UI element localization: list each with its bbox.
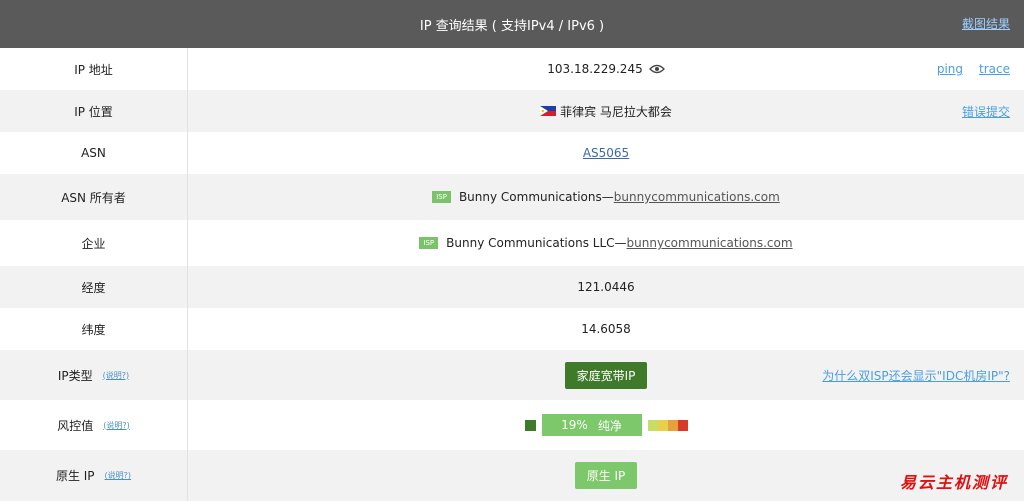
value-longitude: 121.0446	[577, 280, 635, 294]
company-domain-link[interactable]: bunnycommunications.com	[627, 236, 793, 250]
philippines-flag-icon	[540, 106, 557, 116]
risk-score-bar: 19% 纯净	[541, 414, 642, 436]
ip-address-text: 103.18.229.245	[547, 62, 643, 76]
eye-icon[interactable]	[648, 64, 665, 74]
isp-badge: ISP	[419, 237, 439, 249]
risk-scale-segment	[677, 419, 688, 431]
row-ip-address: IP 地址 103.18.229.245 ping trace	[0, 48, 1024, 90]
native-ip-explain-link[interactable]: (说明?)	[105, 470, 132, 481]
row-asn: ASN AS5065	[0, 132, 1024, 174]
risk-scale-segment	[667, 419, 678, 431]
label-asn-owner: ASN 所有者	[0, 174, 188, 220]
label-risk: 风控值 (说明?)	[0, 400, 188, 450]
value-company: ISP Bunny Communications LLC— bunnycommu…	[188, 220, 1024, 266]
isp-badge: ISP	[432, 191, 451, 203]
asn-link[interactable]: AS5065	[583, 146, 629, 160]
risk-status: 纯净	[597, 418, 622, 433]
report-error-link[interactable]: 错误提交	[962, 103, 1010, 120]
label-ip-location: IP 位置	[0, 90, 188, 132]
label-ip-address: IP 地址	[0, 48, 188, 90]
screenshot-result-link[interactable]: 截图结果	[962, 15, 1010, 32]
asn-owner-domain-link[interactable]: bunnycommunications.com	[614, 190, 780, 204]
risk-meter: 19% 纯净	[524, 414, 688, 436]
label-asn: ASN	[0, 132, 188, 174]
label-company: 企业	[0, 220, 188, 266]
value-ip-type: 家庭宽带IP 为什么双ISP还会显示"IDC机房IP"?	[188, 350, 1024, 400]
risk-percent: 19%	[561, 418, 588, 432]
row-asn-owner: ASN 所有者 ISP Bunny Communications— bunnyc…	[0, 174, 1024, 220]
value-latitude: 14.6058	[581, 322, 631, 336]
watermark: 易云主机测评	[899, 473, 1008, 492]
ip-tools-links: ping trace	[937, 48, 1010, 90]
ip-type-explain-link[interactable]: (说明?)	[103, 370, 130, 381]
row-company: 企业 ISP Bunny Communications LLC— bunnyco…	[0, 220, 1024, 266]
row-ip-type: IP类型 (说明?) 家庭宽带IP 为什么双ISP还会显示"IDC机房IP"?	[0, 350, 1024, 400]
company-name: Bunny Communications LLC—	[446, 236, 627, 250]
row-native-ip: 原生 IP (说明?) 原生 IP	[0, 450, 1024, 501]
location-text: 菲律宾 马尼拉大都会	[560, 104, 672, 119]
result-header: IP 查询结果 ( 支持IPv4 / IPv6 ) 截图结果	[0, 0, 1024, 48]
risk-indicator	[524, 419, 536, 431]
why-idc-link[interactable]: 为什么双ISP还会显示"IDC机房IP"?	[822, 367, 1010, 384]
ip-type-label-text: IP类型	[57, 368, 93, 383]
location-links: 错误提交	[962, 90, 1010, 132]
value-asn: AS5065	[188, 132, 1024, 174]
value-ip-location: 菲律宾 马尼拉大都会 错误提交	[188, 90, 1024, 132]
label-native-ip: 原生 IP (说明?)	[0, 450, 188, 501]
row-ip-location: IP 位置 菲律宾 马尼拉大都会 错误提交	[0, 90, 1024, 132]
ping-link[interactable]: ping	[937, 62, 963, 76]
risk-scale-segment	[657, 419, 668, 431]
ip-type-links: 为什么双ISP还会显示"IDC机房IP"?	[822, 350, 1010, 400]
risk-scale-segment	[647, 419, 658, 431]
native-ip-badge: 原生 IP	[574, 462, 638, 489]
risk-label-text: 风控值	[57, 418, 94, 433]
label-ip-type: IP类型 (说明?)	[0, 350, 188, 400]
trace-link[interactable]: trace	[979, 62, 1010, 76]
row-longitude: 经度 121.0446	[0, 266, 1024, 308]
asn-owner-name: Bunny Communications—	[458, 190, 614, 204]
value-ip-address: 103.18.229.245 ping trace	[188, 48, 1024, 90]
page-title: IP 查询结果 ( 支持IPv4 / IPv6 )	[419, 18, 605, 34]
value-asn-owner: ISP Bunny Communications— bunnycommunica…	[188, 174, 1024, 220]
row-risk: 风控值 (说明?) 19% 纯净	[0, 400, 1024, 450]
label-longitude: 经度	[0, 266, 188, 308]
value-risk: 19% 纯净	[188, 400, 1024, 450]
native-ip-label-text: 原生 IP	[55, 469, 95, 483]
ip-type-badge: 家庭宽带IP	[564, 361, 648, 389]
value-native-ip: 原生 IP	[188, 450, 1024, 501]
risk-explain-link[interactable]: (说明?)	[103, 420, 130, 431]
label-latitude: 纬度	[0, 308, 188, 350]
row-latitude: 纬度 14.6058	[0, 308, 1024, 350]
